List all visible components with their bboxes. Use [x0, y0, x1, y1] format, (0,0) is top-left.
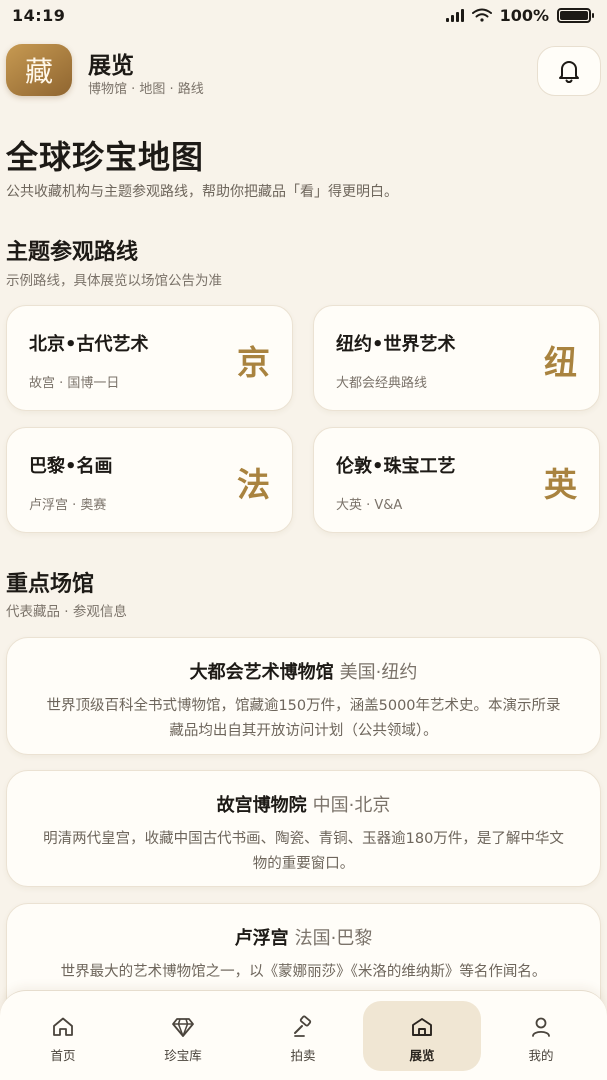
gavel-icon [294, 1015, 312, 1037]
bottom-tab-bar: 首页 珍宝库 拍卖 展览 我的 [0, 990, 607, 1080]
venue-description: 明清两代皇宫，收藏中国古代书画、陶瓷、青铜、玉器逾180万件，是了解中华文物的重… [43, 831, 564, 872]
venue-description: 世界顶级百科全书式博物馆，馆藏逾150万件，涵盖5000年艺术史。本演示所录藏品… [46, 698, 561, 739]
route-desc: 卢浮宫 · 奥赛 [29, 498, 107, 513]
tab-label: 我的 [528, 1048, 554, 1063]
route-card-paris[interactable]: 巴黎•名画 卢浮宫 · 奥赛 法 [6, 427, 293, 533]
venue-location: 中国·北京 [312, 795, 391, 816]
status-indicators: 100% [445, 5, 594, 25]
signal-icon [445, 8, 464, 22]
route-card-london[interactable]: 伦敦•珠宝工艺 大英 · V&A 英 [313, 427, 600, 533]
hero-title: 全球珍宝地图 [6, 138, 205, 176]
page-title: 展览 [88, 53, 134, 79]
route-badge-char: 纽 [544, 343, 577, 382]
museum-icon [412, 1018, 432, 1036]
status-time: 14:19 [12, 5, 66, 25]
route-name: 纽约•世界艺术 [336, 334, 456, 355]
battery-percent: 100% [499, 5, 549, 25]
notification-button[interactable] [537, 46, 601, 96]
venue-card-palace[interactable]: 故宫博物院 中国·北京 明清两代皇宫，收藏中国古代书画、陶瓷、青铜、玉器逾180万… [6, 770, 601, 887]
diamond-icon [172, 1018, 194, 1037]
user-icon [532, 1017, 550, 1037]
bell-icon [559, 61, 579, 83]
home-icon [53, 1017, 73, 1036]
route-name: 伦敦•珠宝工艺 [336, 456, 456, 477]
route-desc: 故宫 · 国博一日 [29, 376, 120, 391]
app-logo: 藏 [6, 44, 72, 96]
app-header: 藏 展览 博物馆 · 地图 · 路线 [6, 44, 601, 98]
venues-section-subtitle: 代表藏品 · 参观信息 [6, 604, 127, 620]
venue-location: 美国·纽约 [339, 662, 418, 683]
hero-description: 公共收藏机构与主题参观路线，帮助你把藏品「看」得更明白。 [6, 184, 398, 200]
routes-section-title: 主题参观路线 [6, 240, 139, 265]
venues-section-title: 重点场馆 [6, 572, 95, 597]
tab-exhibition[interactable]: 展览 [363, 1001, 481, 1071]
battery-icon [557, 7, 594, 23]
page-subtitle: 博物馆 · 地图 · 路线 [88, 82, 204, 97]
venue-location: 法国·巴黎 [294, 928, 373, 949]
route-badge-char: 英 [544, 465, 577, 504]
venue-description: 世界最大的艺术博物馆之一，以《蒙娜丽莎》《米洛的维纳斯》等名作闻名。 [60, 964, 547, 980]
route-desc: 大都会经典路线 [336, 376, 428, 391]
venue-name: 大都会艺术博物馆 [189, 662, 334, 683]
routes-section-subtitle: 示例路线，具体展览以场馆公告为准 [6, 273, 222, 289]
route-badge-char: 法 [237, 465, 270, 504]
tab-label: 拍卖 [290, 1048, 316, 1063]
venue-name: 卢浮宫 [234, 928, 289, 949]
route-name: 北京•古代艺术 [29, 334, 149, 355]
tab-label: 展览 [409, 1048, 435, 1063]
tab-label: 珍宝库 [164, 1048, 202, 1063]
tab-auction[interactable]: 拍卖 [244, 1001, 362, 1071]
status-bar: 14:19 100% [0, 0, 607, 30]
venue-name: 故宫博物院 [216, 795, 307, 816]
route-desc: 大英 · V&A [336, 498, 403, 513]
wifi-icon [471, 8, 492, 22]
route-card-beijing[interactable]: 北京•古代艺术 故宫 · 国博一日 京 [6, 305, 293, 411]
venue-card-met[interactable]: 大都会艺术博物馆 美国·纽约 世界顶级百科全书式博物馆，馆藏逾150万件，涵盖50… [6, 637, 601, 755]
route-badge-char: 京 [237, 343, 270, 382]
route-name: 巴黎•名画 [29, 456, 113, 477]
tab-home[interactable]: 首页 [4, 1001, 122, 1071]
tab-label: 首页 [50, 1048, 76, 1063]
route-card-newyork[interactable]: 纽约•世界艺术 大都会经典路线 纽 [313, 305, 600, 411]
tab-profile[interactable]: 我的 [482, 1001, 600, 1071]
tab-treasury[interactable]: 珍宝库 [124, 1001, 242, 1071]
